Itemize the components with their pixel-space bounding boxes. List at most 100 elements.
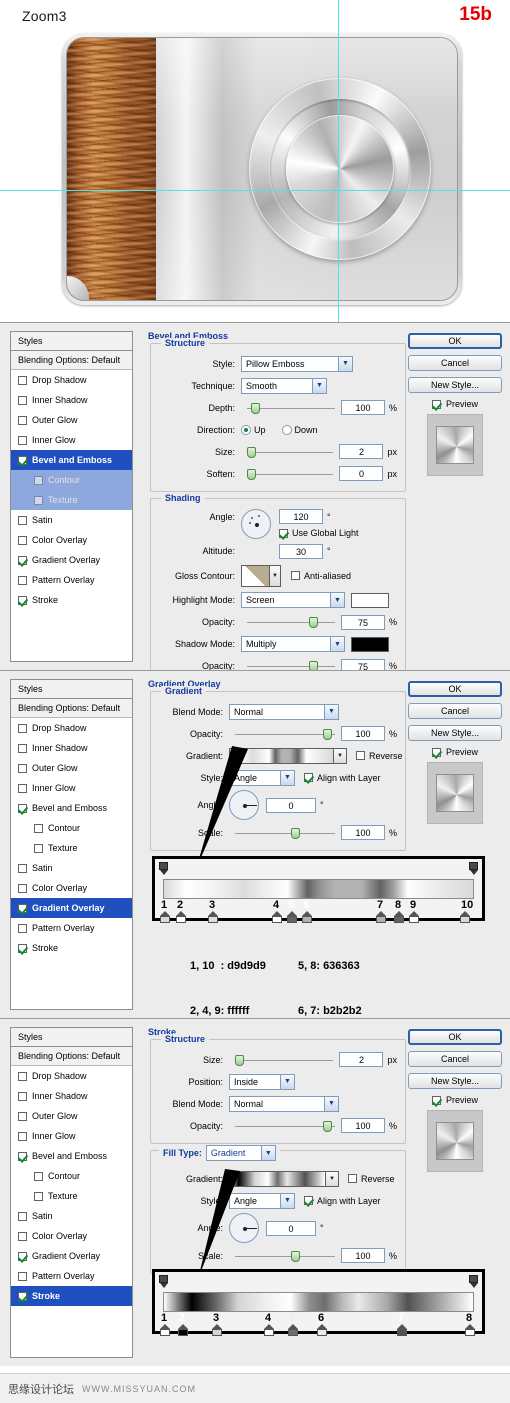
checkbox-inner-glow[interactable] xyxy=(18,435,27,445)
slider-thumb[interactable] xyxy=(250,402,260,414)
checkbox-inner-shadow[interactable] xyxy=(18,395,27,405)
gradient-color-stop[interactable] xyxy=(212,1324,222,1336)
radio-direction-up[interactable]: Up xyxy=(241,424,266,435)
gloss-contour-picker[interactable]: ▼ xyxy=(241,564,281,587)
radio-dot-up[interactable] xyxy=(241,424,251,435)
label-technique: Technique: xyxy=(191,380,235,391)
label-direction: Direction: xyxy=(196,424,235,435)
checkbox-texture[interactable] xyxy=(34,495,43,505)
slider-thumb[interactable] xyxy=(247,446,256,458)
gradient-color-stop[interactable] xyxy=(460,911,470,923)
gradient-ramp[interactable] xyxy=(163,1292,474,1312)
stop-number: 2 xyxy=(177,899,184,911)
checkbox-box[interactable] xyxy=(291,571,300,580)
checkbox-color-overlay[interactable] xyxy=(18,535,27,545)
gradient-color-stop[interactable] xyxy=(409,911,419,923)
select-bevel-style[interactable]: Pillow Emboss ▼ xyxy=(241,355,353,372)
slider-thumb[interactable] xyxy=(308,617,318,628)
chevron-down-icon[interactable]: ▼ xyxy=(338,356,352,371)
checkbox-stroke[interactable] xyxy=(18,595,27,605)
gradient-color-stop[interactable] xyxy=(394,911,404,923)
gradient-opacity-stop[interactable] xyxy=(159,1275,168,1288)
guide-horizontal xyxy=(0,190,510,191)
gradient-opacity-stop[interactable] xyxy=(469,862,478,875)
gradient-opacity-stop[interactable] xyxy=(469,1275,478,1288)
new-style-button[interactable]: New Style... xyxy=(408,377,502,393)
highlight-color-swatch[interactable] xyxy=(351,592,389,608)
gradient-color-stop[interactable] xyxy=(397,1324,407,1336)
checkbox-gradient-overlay[interactable] xyxy=(18,555,27,565)
sidebar-item-drop-shadow[interactable]: Drop Shadow xyxy=(11,370,132,390)
gradient-color-stop[interactable] xyxy=(178,1324,188,1336)
sidebar-item-inner-glow[interactable]: Inner Glow xyxy=(11,430,132,450)
gradient-ramp[interactable] xyxy=(163,879,474,899)
select-highlight-mode[interactable]: Screen ▼ xyxy=(241,592,345,608)
sidebar-item-outer-glow[interactable]: Outer Glow xyxy=(11,410,132,430)
sidebar-item-bevel-and-emboss[interactable]: Bevel and Emboss xyxy=(11,450,132,470)
checkbox-anti-aliased[interactable]: Anti-aliased xyxy=(291,571,351,581)
checkbox-box[interactable] xyxy=(431,399,441,409)
checkbox-preview[interactable]: Preview xyxy=(408,399,502,409)
angle-dial-shading[interactable] xyxy=(241,509,271,539)
style-label: Color Overlay xyxy=(32,535,88,545)
cancel-button[interactable]: Cancel xyxy=(408,355,502,371)
sidebar-item-color-overlay[interactable]: Color Overlay xyxy=(11,530,132,550)
chevron-down-icon[interactable]: ▼ xyxy=(269,565,280,586)
ok-button[interactable]: OK xyxy=(408,333,502,349)
checkbox-pattern-overlay[interactable] xyxy=(18,575,27,585)
checkbox-use-global-light[interactable]: Use Global Light xyxy=(279,528,359,538)
blending-options-row[interactable]: Blending Options: Default xyxy=(11,351,132,370)
gradient-color-stop[interactable] xyxy=(208,911,218,923)
input-depth[interactable]: 100 xyxy=(340,400,385,415)
radio-direction-down[interactable]: Down xyxy=(281,424,318,435)
input-angle[interactable]: 120 xyxy=(279,509,323,524)
sidebar-item-stroke[interactable]: Stroke xyxy=(11,590,132,610)
slider-soften[interactable] xyxy=(247,467,334,481)
label-highlight-mode: Highlight Mode: xyxy=(172,595,235,605)
gradient-color-stop[interactable] xyxy=(160,911,170,923)
gradient-color-stop[interactable] xyxy=(272,911,282,923)
checkbox-bevel-and-emboss[interactable] xyxy=(18,455,27,465)
gradient-color-stop[interactable] xyxy=(302,911,312,923)
slider-depth[interactable] xyxy=(247,401,335,415)
input-highlight-opacity[interactable]: 75 xyxy=(340,614,385,630)
shadow-color-swatch[interactable] xyxy=(351,636,389,652)
group-legend: Structure xyxy=(161,338,210,348)
sidebar-item-pattern-overlay[interactable]: Pattern Overlay xyxy=(11,570,132,590)
sidebar-item-satin[interactable]: Satin xyxy=(11,510,132,530)
gradient-color-stop[interactable] xyxy=(465,1324,475,1336)
radio-dot-down[interactable] xyxy=(281,424,292,435)
gradient-color-stop[interactable] xyxy=(288,1324,298,1336)
sidebar-item-contour[interactable]: Contour xyxy=(11,470,132,490)
sidebar-item-inner-shadow[interactable]: Inner Shadow xyxy=(11,390,132,410)
chevron-down-icon[interactable]: ▼ xyxy=(312,378,326,393)
input-soften[interactable]: 0 xyxy=(339,466,384,481)
checkbox-drop-shadow[interactable] xyxy=(18,375,27,385)
chevron-down-icon[interactable]: ▼ xyxy=(330,593,344,607)
stop-number: 4 xyxy=(265,1312,272,1324)
input-size[interactable]: 2 xyxy=(339,444,384,459)
gradient-color-stop[interactable] xyxy=(287,911,297,923)
slider-size[interactable] xyxy=(247,445,334,459)
gradient-color-stop[interactable] xyxy=(317,1324,327,1336)
checkbox-outer-glow[interactable] xyxy=(18,415,27,425)
gradient-color-stop[interactable] xyxy=(160,1324,170,1336)
select-value: Smooth xyxy=(246,380,278,391)
gradient-opacity-stop[interactable] xyxy=(159,862,168,875)
gradient-color-stop[interactable] xyxy=(264,1324,274,1336)
select-technique[interactable]: Smooth ▼ xyxy=(241,377,327,394)
select-shadow-mode[interactable]: Multiply ▼ xyxy=(241,636,345,652)
style-label: Bevel and Emboss xyxy=(32,455,113,465)
checkbox-contour[interactable] xyxy=(34,475,43,485)
slider-thumb[interactable] xyxy=(247,468,256,480)
stop-number: 3 xyxy=(209,899,216,911)
checkbox-box[interactable] xyxy=(279,528,288,538)
checkbox-satin[interactable] xyxy=(18,515,27,525)
slider-highlight-opacity[interactable] xyxy=(247,615,335,629)
chevron-down-icon[interactable]: ▼ xyxy=(330,637,344,651)
sidebar-item-texture[interactable]: Texture xyxy=(11,490,132,510)
gradient-color-stop[interactable] xyxy=(376,911,386,923)
sidebar-item-gradient-overlay[interactable]: Gradient Overlay xyxy=(11,550,132,570)
gradient-color-stop[interactable] xyxy=(176,911,186,923)
input-altitude[interactable]: 30 xyxy=(279,543,323,559)
